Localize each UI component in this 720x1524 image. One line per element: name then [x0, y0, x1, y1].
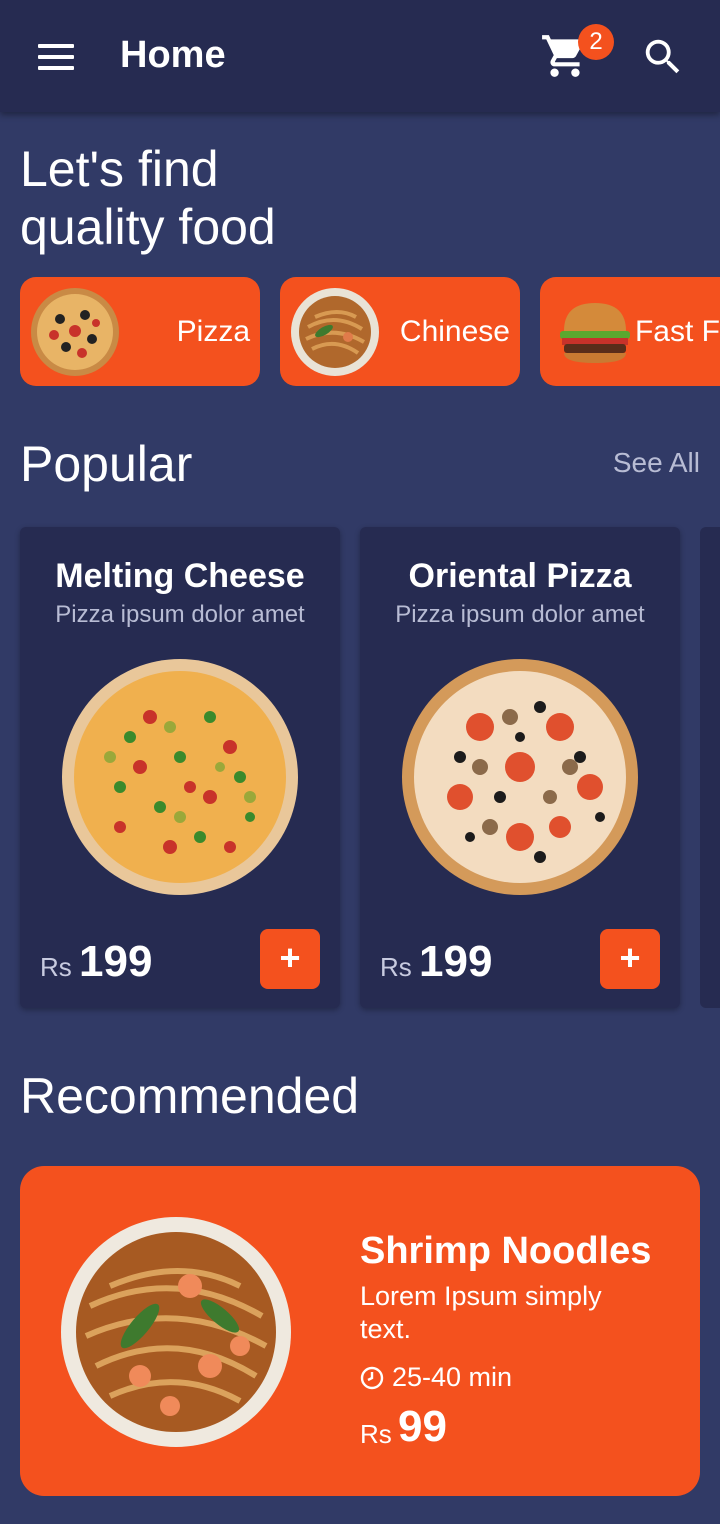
add-to-cart-button[interactable]: + [260, 929, 320, 989]
category-fast-food[interactable]: Fast Food [540, 277, 720, 386]
category-list[interactable]: Pizza Chinese Fast Food [0, 277, 720, 387]
recommended-title: Recommended [20, 1068, 360, 1124]
headline-line-2: quality food [20, 199, 276, 255]
price-value: 199 [79, 937, 153, 986]
cart-count-badge: 2 [578, 24, 614, 60]
category-label: Fast Food [634, 314, 720, 348]
food-description: Lorem Ipsum simply text. [360, 1281, 602, 1344]
category-label: Chinese [399, 314, 510, 348]
delivery-time: 25-40 min [360, 1362, 512, 1393]
food-name: Melting Cheese [55, 557, 305, 595]
headline: Let's find quality food [20, 140, 276, 256]
popular-card[interactable]: Melting Cheese Pizza ipsum dolor amet Rs… [20, 527, 340, 1008]
food-name: Shrimp Noodles [360, 1230, 652, 1272]
clock-icon [360, 1366, 384, 1389]
food-description: Pizza ipsum dolor amet [55, 601, 305, 628]
shrimp-noodles-image [61, 1217, 291, 1447]
popular-title: Popular [20, 436, 193, 492]
price-value: 199 [419, 937, 493, 986]
app-bar: Home 2 [0, 0, 720, 112]
delivery-time-text: 25-40 min [392, 1362, 513, 1392]
price-currency: Rs [40, 952, 72, 982]
pizza-image [31, 288, 119, 376]
burger-image [560, 303, 630, 363]
price-currency: Rs [360, 1419, 392, 1449]
category-label: Pizza [176, 314, 250, 348]
food-description: Pizza ipsum dolor amet [395, 601, 645, 628]
hamburger-menu-icon[interactable] [36, 42, 76, 72]
add-to-cart-button[interactable]: + [600, 929, 660, 989]
oriental-pizza-image [402, 659, 638, 895]
search-icon[interactable] [640, 34, 686, 80]
see-all-link[interactable]: See All [613, 447, 700, 479]
category-chinese[interactable]: Chinese [280, 277, 520, 386]
recommended-card[interactable]: Shrimp Noodles Lorem Ipsum simply text. … [20, 1166, 700, 1496]
page-title: Home [120, 34, 226, 76]
noodles-image [291, 288, 379, 376]
food-name: Oriental Pizza [408, 557, 632, 595]
price-value: 99 [398, 1402, 447, 1451]
popular-card[interactable]: Oriental Pizza Pizza ipsum dolor amet Rs… [360, 527, 680, 1008]
melting-cheese-pizza-image [62, 659, 298, 895]
category-pizza[interactable]: Pizza [20, 277, 260, 386]
popular-card-partial[interactable] [700, 527, 720, 1008]
headline-line-1: Let's find [20, 141, 219, 197]
price-currency: Rs [380, 952, 412, 982]
